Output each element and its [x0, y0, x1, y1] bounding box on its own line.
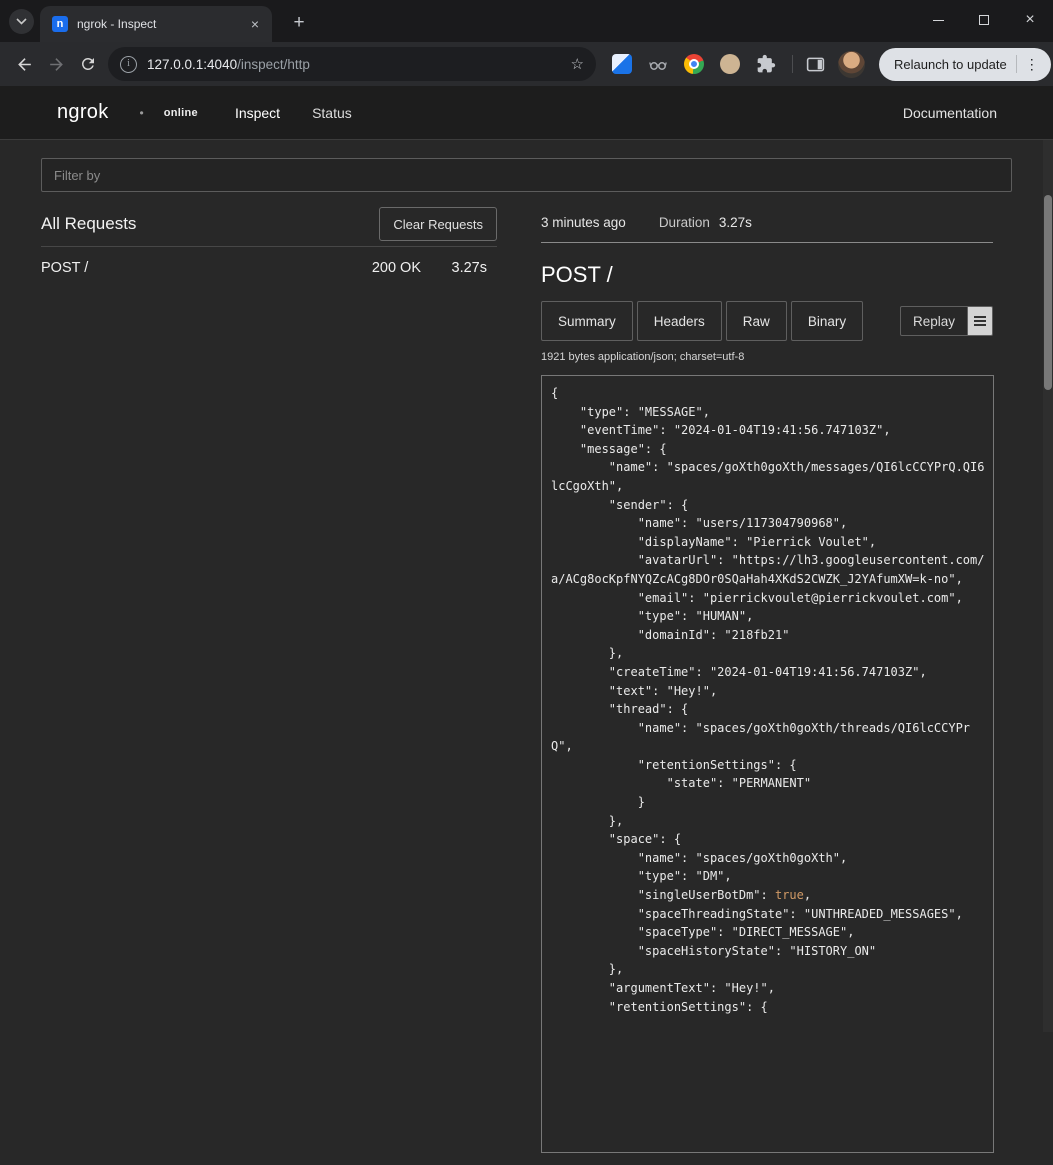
ngrok-header: ngrok • online Inspect Status Documentat…	[0, 86, 1053, 140]
detail-meta-row: 3 minutes ago Duration 3.27s	[541, 202, 993, 243]
replay-group: Replay	[900, 306, 993, 336]
ngrok-page: ngrok • online Inspect Status Documentat…	[0, 86, 1053, 1032]
nav-inspect[interactable]: Inspect	[235, 105, 280, 121]
side-panel-icon	[805, 54, 826, 75]
forward-button[interactable]	[40, 48, 72, 80]
extensions-row	[612, 54, 776, 74]
tab-close-icon[interactable]: ×	[246, 15, 264, 33]
page-content: All Requests Clear Requests POST / 200 O…	[0, 140, 1053, 1165]
request-duration: 3.27s	[443, 260, 487, 276]
requests-title: All Requests	[41, 214, 136, 234]
tab-strip: n ngrok - Inspect × + ×	[0, 0, 1053, 42]
request-time-ago: 3 minutes ago	[541, 215, 626, 230]
relaunch-button[interactable]: Relaunch to update ⋮	[879, 48, 1051, 81]
maximize-icon	[979, 15, 989, 25]
maximize-button[interactable]	[961, 0, 1007, 40]
nav-documentation[interactable]: Documentation	[903, 105, 997, 121]
chevron-down-icon	[16, 18, 27, 25]
hamburger-icon	[974, 316, 986, 318]
relaunch-label: Relaunch to update	[894, 57, 1007, 72]
duration-value: 3.27s	[719, 215, 752, 230]
request-status: 200 OK	[372, 260, 421, 276]
url-text: 127.0.0.1:4040/inspect/http	[147, 57, 571, 72]
body-meta: 1921 bytes application/json; charset=utf…	[541, 351, 993, 363]
tab-binary[interactable]: Binary	[791, 301, 863, 341]
side-panel-button[interactable]	[805, 54, 826, 75]
browser-tab[interactable]: n ngrok - Inspect ×	[40, 6, 272, 42]
back-arrow-icon	[15, 55, 34, 74]
filter-input[interactable]	[41, 158, 1012, 192]
new-tab-button[interactable]: +	[286, 10, 312, 36]
detail-tabs: Summary Headers Raw Binary Replay	[541, 301, 993, 341]
page-info-icon[interactable]: i	[120, 56, 137, 73]
minimize-icon	[933, 20, 944, 21]
extension-chrome-icon[interactable]	[684, 54, 704, 74]
request-body-json: { "type": "MESSAGE", "eventTime": "2024-…	[541, 375, 994, 1153]
window-controls: ×	[915, 0, 1053, 40]
requests-panel-header: All Requests Clear Requests	[41, 202, 497, 247]
replay-options-button[interactable]	[968, 306, 993, 336]
browser-toolbar: i 127.0.0.1:4040/inspect/http ☆ Relaunch…	[0, 42, 1053, 86]
tab-raw[interactable]: Raw	[726, 301, 787, 341]
extension-circle-icon[interactable]	[720, 54, 740, 74]
request-row[interactable]: POST / 200 OK 3.27s	[41, 247, 497, 289]
request-method-path: POST /	[41, 260, 372, 276]
back-button[interactable]	[8, 48, 40, 80]
clear-requests-button[interactable]: Clear Requests	[379, 207, 497, 241]
tab-summary[interactable]: Summary	[541, 301, 633, 341]
duration-label: Duration	[659, 215, 710, 230]
reload-button[interactable]	[72, 48, 104, 80]
url-path: /inspect/http	[237, 57, 310, 72]
scrollbar-thumb[interactable]	[1044, 195, 1052, 390]
kebab-menu-icon[interactable]: ⋮	[1016, 55, 1045, 73]
extension-blue-icon[interactable]	[612, 54, 632, 74]
bookmark-star-icon[interactable]: ☆	[571, 55, 584, 73]
nav-status[interactable]: Status	[312, 105, 352, 121]
browser-chrome: n ngrok - Inspect × + × i 127.0.0.1:4040…	[0, 0, 1053, 86]
requests-panel: All Requests Clear Requests POST / 200 O…	[41, 202, 497, 289]
profile-avatar[interactable]	[838, 51, 865, 78]
ngrok-favicon-icon: n	[52, 16, 68, 32]
forward-arrow-icon	[47, 55, 66, 74]
extensions-puzzle-icon[interactable]	[756, 54, 776, 74]
replay-button[interactable]: Replay	[900, 306, 968, 336]
extension-glasses-icon[interactable]	[648, 54, 668, 74]
close-window-button[interactable]: ×	[1007, 0, 1053, 40]
tab-title: ngrok - Inspect	[77, 17, 246, 31]
tab-search-button[interactable]	[9, 9, 34, 34]
tunnel-status: online	[164, 107, 198, 119]
status-dot-icon: •	[140, 106, 144, 120]
reload-icon	[79, 55, 97, 73]
close-icon: ×	[1025, 12, 1034, 28]
minimize-button[interactable]	[915, 0, 961, 40]
address-bar[interactable]: i 127.0.0.1:4040/inspect/http ☆	[108, 47, 596, 81]
toolbar-divider	[792, 55, 793, 73]
ngrok-logo[interactable]: ngrok	[57, 101, 109, 124]
columns: All Requests Clear Requests POST / 200 O…	[41, 202, 1012, 1165]
tab-headers[interactable]: Headers	[637, 301, 722, 341]
detail-title: POST /	[541, 262, 993, 288]
request-detail-panel: 3 minutes ago Duration 3.27s POST / Summ…	[541, 202, 993, 1165]
url-host: 127.0.0.1:4040	[147, 57, 237, 72]
